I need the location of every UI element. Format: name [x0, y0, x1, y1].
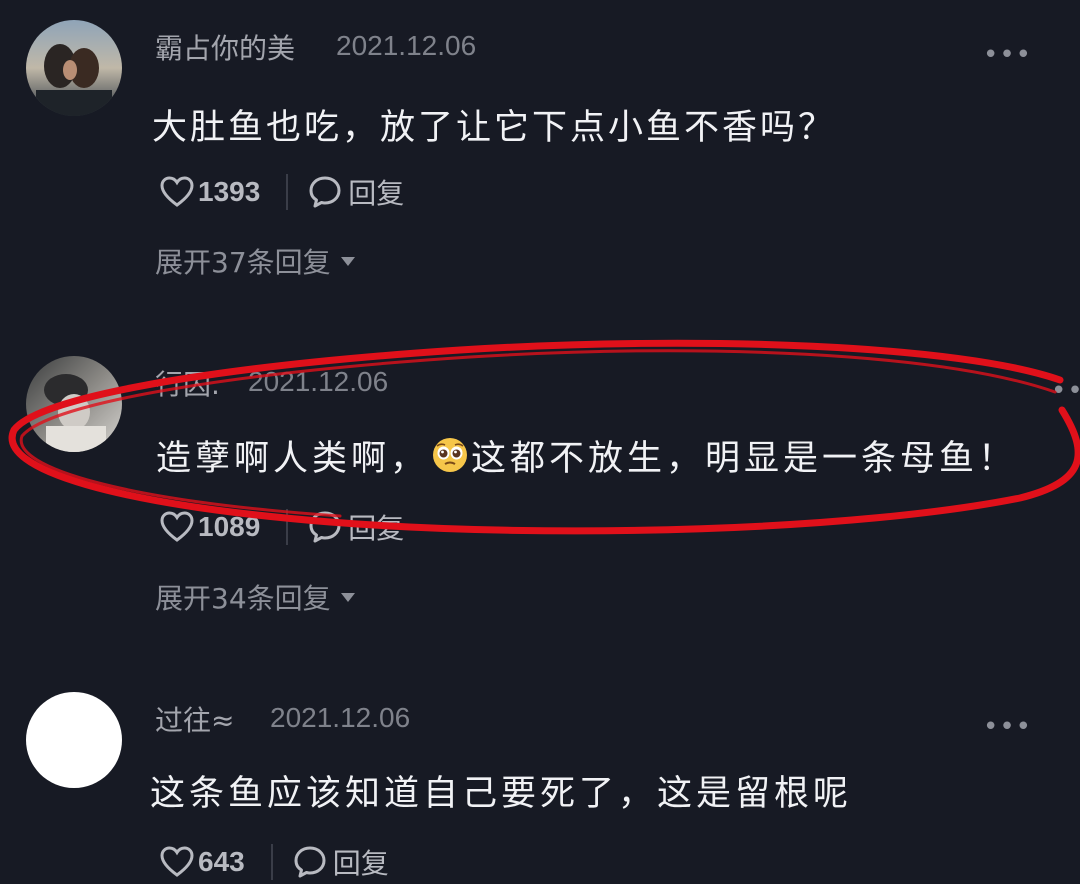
speech-bubble-icon — [309, 511, 341, 543]
reply-button[interactable]: 回复 — [308, 507, 404, 547]
caret-down-icon — [340, 256, 355, 266]
heart-outline-icon — [160, 511, 194, 542]
comment-text: 这条鱼应该知道自己要死了，这是留根呢 — [150, 774, 853, 814]
like-count: 1393 — [198, 176, 261, 207]
comment-actions: 1089 回复 — [160, 505, 404, 549]
expand-replies-label: 展开34条回复 — [155, 582, 331, 615]
divider — [286, 509, 289, 545]
speech-bubble-icon — [294, 846, 326, 878]
divider — [286, 174, 289, 210]
more-dots-icon[interactable]: ••• — [983, 42, 1032, 68]
heart-outline-icon — [160, 846, 194, 877]
comment-text-part-1: 造孽啊人类啊， — [156, 439, 430, 479]
comment-date: 2021.12.06 — [248, 366, 389, 397]
avatar-photo-icon — [26, 356, 122, 452]
expand-replies-label: 展开37条回复 — [155, 246, 331, 279]
username[interactable]: 霸占你的美 — [155, 27, 295, 67]
more-dots-icon[interactable]: ••• — [983, 714, 1032, 740]
comment-actions: 1393 回复 — [160, 170, 404, 214]
speech-bubble-icon — [309, 176, 341, 208]
heart-outline-icon — [160, 176, 194, 207]
username[interactable]: 过往≈ — [155, 699, 234, 739]
avatar[interactable] — [26, 692, 122, 788]
reply-label: 回复 — [348, 177, 405, 210]
reply-button[interactable]: 回复 — [308, 172, 404, 212]
avatar-photo-icon — [26, 20, 122, 116]
comment-text: 大肚鱼也吃，放了让它下点小鱼不香吗？ — [152, 108, 837, 148]
pleading-face-emoji — [433, 438, 468, 472]
expand-replies[interactable]: 展开37条回复 — [155, 241, 355, 281]
more-dots-icon[interactable]: ••• — [1051, 378, 1080, 404]
comment-text-part-2: 这都不放生，明显是一条母鱼！ — [471, 439, 1018, 479]
like-button[interactable]: 1089 — [160, 511, 260, 543]
like-count: 643 — [198, 846, 245, 877]
username[interactable]: 行囚. — [155, 363, 220, 403]
comment-text: 造孽啊人类啊， 这都不放生，明显是一条母鱼！ — [156, 430, 1017, 481]
comment-date: 2021.12.06 — [336, 30, 477, 61]
like-button[interactable]: 643 — [160, 846, 245, 878]
comment-actions: 643 回复 — [160, 840, 389, 884]
caret-down-icon — [340, 592, 355, 602]
avatar[interactable] — [26, 356, 122, 452]
reply-button[interactable]: 回复 — [293, 842, 389, 882]
expand-replies[interactable]: 展开34条回复 — [155, 577, 355, 617]
like-button[interactable]: 1393 — [160, 176, 260, 208]
reply-label: 回复 — [348, 512, 405, 545]
avatar[interactable] — [26, 20, 122, 116]
reply-label: 回复 — [332, 847, 389, 880]
divider — [270, 844, 273, 880]
like-count: 1089 — [198, 511, 261, 542]
comment-date: 2021.12.06 — [270, 702, 411, 733]
